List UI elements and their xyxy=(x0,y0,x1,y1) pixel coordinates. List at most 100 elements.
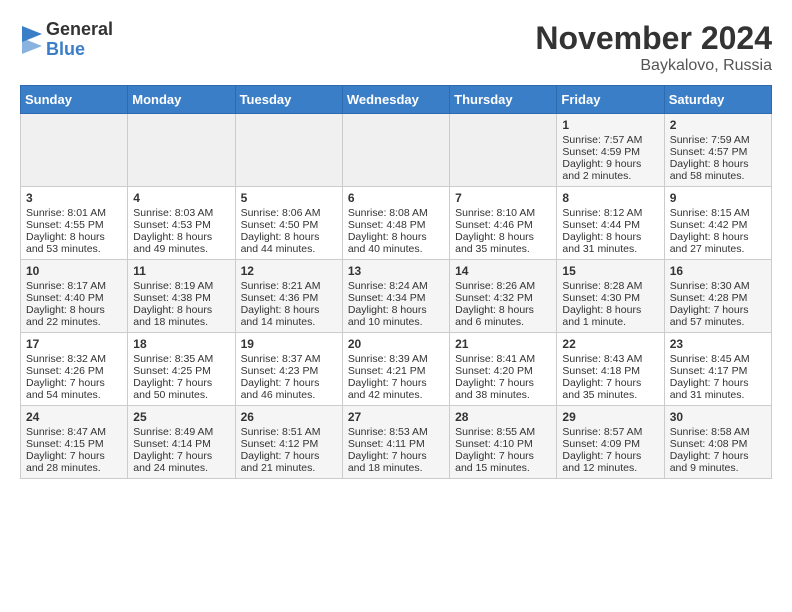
day-info: Sunset: 4:09 PM xyxy=(562,438,658,450)
day-number: 29 xyxy=(562,410,658,424)
day-number: 18 xyxy=(133,337,229,351)
calendar-cell: 4Sunrise: 8:03 AMSunset: 4:53 PMDaylight… xyxy=(128,187,235,260)
calendar-cell xyxy=(342,114,449,187)
day-info: Sunset: 4:12 PM xyxy=(241,438,337,450)
day-info: Daylight: 9 hours xyxy=(562,158,658,170)
day-info: Daylight: 8 hours xyxy=(26,231,122,243)
day-info: Sunset: 4:11 PM xyxy=(348,438,444,450)
day-of-week-header: Thursday xyxy=(450,86,557,114)
day-number: 30 xyxy=(670,410,766,424)
day-info: Sunset: 4:44 PM xyxy=(562,219,658,231)
calendar-cell: 6Sunrise: 8:08 AMSunset: 4:48 PMDaylight… xyxy=(342,187,449,260)
day-info: and 35 minutes. xyxy=(562,389,658,401)
day-info: Sunset: 4:42 PM xyxy=(670,219,766,231)
day-info: Sunrise: 8:10 AM xyxy=(455,207,551,219)
page-header: General Blue November 2024 Baykalovo, Ru… xyxy=(20,20,772,75)
day-of-week-header: Monday xyxy=(128,86,235,114)
day-info: Sunrise: 8:01 AM xyxy=(26,207,122,219)
day-number: 6 xyxy=(348,191,444,205)
day-info: Daylight: 8 hours xyxy=(26,304,122,316)
day-of-week-header: Saturday xyxy=(664,86,771,114)
calendar-table: SundayMondayTuesdayWednesdayThursdayFrid… xyxy=(20,85,772,479)
calendar-week-row: 10Sunrise: 8:17 AMSunset: 4:40 PMDayligh… xyxy=(21,260,772,333)
calendar-cell: 28Sunrise: 8:55 AMSunset: 4:10 PMDayligh… xyxy=(450,406,557,479)
day-info: Sunrise: 8:51 AM xyxy=(241,426,337,438)
day-number: 3 xyxy=(26,191,122,205)
day-info: Sunset: 4:28 PM xyxy=(670,292,766,304)
day-info: and 46 minutes. xyxy=(241,389,337,401)
day-info: and 10 minutes. xyxy=(348,316,444,328)
day-info: Daylight: 8 hours xyxy=(241,304,337,316)
day-info: Sunset: 4:30 PM xyxy=(562,292,658,304)
day-info: Sunset: 4:32 PM xyxy=(455,292,551,304)
calendar-cell: 18Sunrise: 8:35 AMSunset: 4:25 PMDayligh… xyxy=(128,333,235,406)
calendar-cell: 13 Sunrise: 8:24 AMSunset: 4:34 PMDayligh… xyxy=(342,260,449,333)
day-info: and 38 minutes. xyxy=(455,389,551,401)
day-info: Sunset: 4:38 PM xyxy=(133,292,229,304)
day-info: Sunset: 4:23 PM xyxy=(241,365,337,377)
day-info: and 12 minutes. xyxy=(562,462,658,474)
day-info: Daylight: 8 hours xyxy=(241,231,337,243)
day-info: Sunset: 4:50 PM xyxy=(241,219,337,231)
calendar-cell: 2Sunrise: 7:59 AMSunset: 4:57 PMDaylight… xyxy=(664,114,771,187)
day-info: and 15 minutes. xyxy=(455,462,551,474)
day-number: 16 xyxy=(670,264,766,278)
calendar-cell: 11Sunrise: 8:19 AMSunset: 4:38 PMDayligh… xyxy=(128,260,235,333)
day-number: 13 xyxy=(348,264,444,278)
day-info: Sunrise: 8:12 AM xyxy=(562,207,658,219)
day-info: Sunset: 4:53 PM xyxy=(133,219,229,231)
day-info: Daylight: 7 hours xyxy=(348,450,444,462)
day-of-week-header: Tuesday xyxy=(235,86,342,114)
logo-general-text: General xyxy=(46,20,113,40)
day-info: and 18 minutes. xyxy=(133,316,229,328)
day-info: and 14 minutes. xyxy=(241,316,337,328)
day-info: Daylight: 8 hours xyxy=(133,304,229,316)
day-info: Sunrise: 8:26 AM xyxy=(455,280,551,292)
calendar-cell xyxy=(128,114,235,187)
day-info: Sunset: 4:34 PM xyxy=(348,292,444,304)
day-number: 7 xyxy=(455,191,551,205)
day-number: 21 xyxy=(455,337,551,351)
calendar-cell: 14Sunrise: 8:26 AMSunset: 4:32 PMDayligh… xyxy=(450,260,557,333)
calendar-cell: 30Sunrise: 8:58 AMSunset: 4:08 PMDayligh… xyxy=(664,406,771,479)
calendar-cell: 29Sunrise: 8:57 AMSunset: 4:09 PMDayligh… xyxy=(557,406,664,479)
calendar-cell: 8Sunrise: 8:12 AMSunset: 4:44 PMDaylight… xyxy=(557,187,664,260)
day-number: 15 xyxy=(562,264,658,278)
calendar-cell: 23Sunrise: 8:45 AMSunset: 4:17 PMDayligh… xyxy=(664,333,771,406)
day-info: Sunrise: 8:49 AM xyxy=(133,426,229,438)
day-info: Sunrise: 8:15 AM xyxy=(670,207,766,219)
day-info: Daylight: 7 hours xyxy=(670,304,766,316)
day-info: Sunrise: 8:24 AM xyxy=(348,280,444,292)
day-info: Daylight: 7 hours xyxy=(670,377,766,389)
calendar-header-row: SundayMondayTuesdayWednesdayThursdayFrid… xyxy=(21,86,772,114)
day-info: Sunrise: 8:32 AM xyxy=(26,353,122,365)
day-number: 1 xyxy=(562,118,658,132)
day-info: Sunset: 4:08 PM xyxy=(670,438,766,450)
day-info: Sunrise: 8:43 AM xyxy=(562,353,658,365)
day-info: Daylight: 7 hours xyxy=(455,450,551,462)
day-info: and 57 minutes. xyxy=(670,316,766,328)
day-info: Sunrise: 7:57 AM xyxy=(562,134,658,146)
day-info: Sunrise: 8:19 AM xyxy=(133,280,229,292)
day-info: and 21 minutes. xyxy=(241,462,337,474)
day-info: and 22 minutes. xyxy=(26,316,122,328)
day-of-week-header: Sunday xyxy=(21,86,128,114)
day-number: 2 xyxy=(670,118,766,132)
day-info: and 31 minutes. xyxy=(562,243,658,255)
calendar-cell: 22Sunrise: 8:43 AMSunset: 4:18 PMDayligh… xyxy=(557,333,664,406)
location-subtitle: Baykalovo, Russia xyxy=(535,57,772,75)
calendar-week-row: 3Sunrise: 8:01 AMSunset: 4:55 PMDaylight… xyxy=(21,187,772,260)
day-info: Daylight: 7 hours xyxy=(26,450,122,462)
day-info: Sunset: 4:14 PM xyxy=(133,438,229,450)
day-info: Daylight: 8 hours xyxy=(562,304,658,316)
day-info: Sunrise: 8:55 AM xyxy=(455,426,551,438)
day-info: Daylight: 7 hours xyxy=(133,450,229,462)
day-info: Daylight: 8 hours xyxy=(348,304,444,316)
calendar-cell: 26Sunrise: 8:51 AMSunset: 4:12 PMDayligh… xyxy=(235,406,342,479)
day-info: Daylight: 7 hours xyxy=(562,450,658,462)
day-info: Sunset: 4:36 PM xyxy=(241,292,337,304)
day-info: Sunset: 4:25 PM xyxy=(133,365,229,377)
calendar-cell: 12Sunrise: 8:21 AMSunset: 4:36 PMDayligh… xyxy=(235,260,342,333)
day-info: and 40 minutes. xyxy=(348,243,444,255)
day-info: Sunrise: 8:39 AM xyxy=(348,353,444,365)
